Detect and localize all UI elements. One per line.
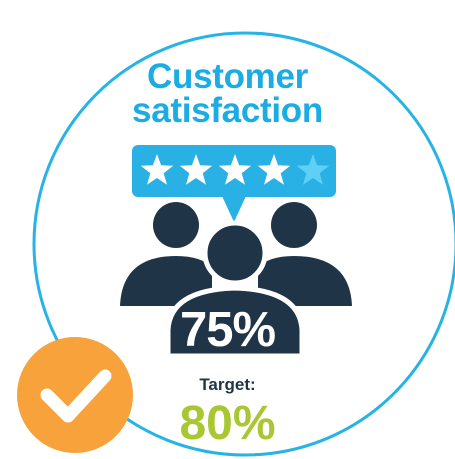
- title-line-1: Customer: [147, 57, 308, 96]
- target-value: 80%: [179, 397, 276, 450]
- target-label: Target:: [199, 375, 256, 394]
- satisfaction-value: 75%: [179, 303, 276, 357]
- title-line-2: satisfaction: [132, 91, 323, 130]
